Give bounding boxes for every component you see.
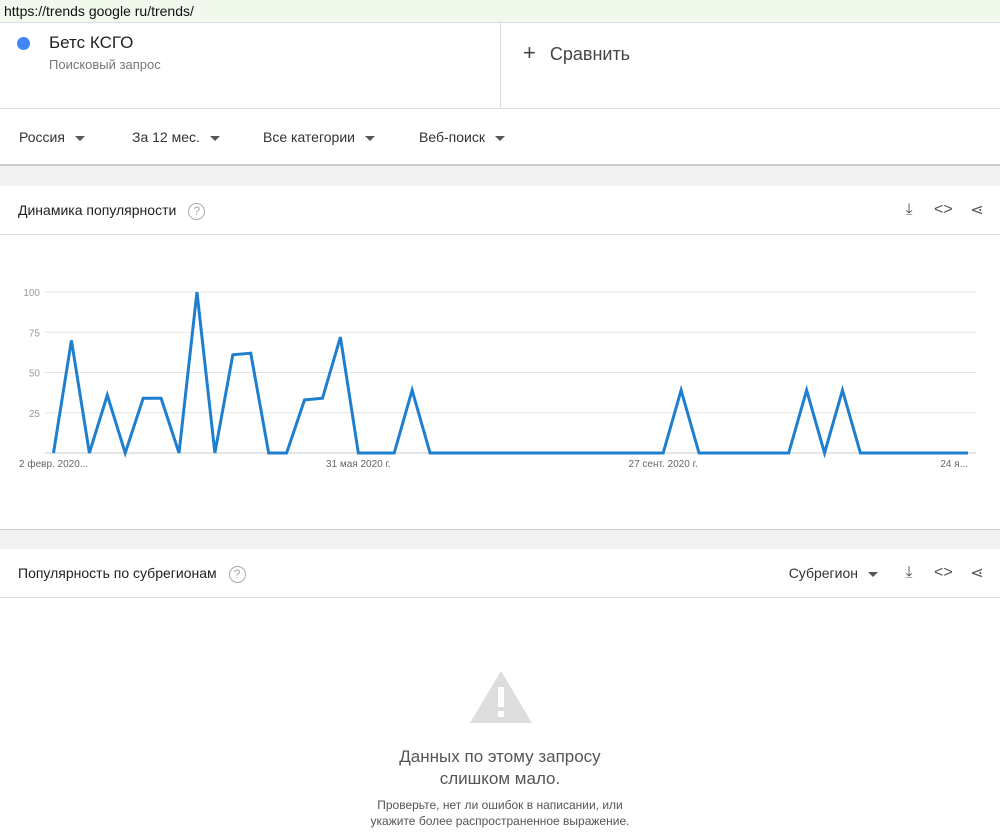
filter-search-type[interactable]: Веб-поиск [419, 129, 505, 145]
term-color-dot [17, 37, 30, 50]
x-tick-label: 27 сент. 2020 г. [629, 459, 698, 470]
compare-label: Сравнить [549, 44, 631, 64]
filters-bar: Россия За 12 мес. Все категории Веб-поис… [0, 108, 1000, 166]
filter-category[interactable]: Все категории [263, 129, 375, 145]
x-tick-label: 24 я... [940, 459, 968, 470]
empty-text-1: Проверьте, нет ли ошибок в написании, ил… [377, 798, 623, 812]
line-chart: 25 50 75 100 2 февр. 2020... 31 мая 2020 г. 27… [19, 288, 976, 470]
term-name: Бетс КСГО [49, 33, 134, 52]
download-icon[interactable]: ⤓ [900, 564, 918, 582]
warning-icon [470, 671, 532, 723]
filter-period[interactable]: За 12 мес. [132, 129, 220, 145]
share-icon[interactable]: ⋖ [968, 200, 986, 220]
interest-title: Динамика популярности [18, 202, 177, 218]
y-tick-label: 75 [29, 328, 41, 339]
compare-button[interactable]: + Сравнить [523, 40, 630, 66]
embed-icon[interactable]: <> [934, 564, 953, 582]
help-icon[interactable]: ? [188, 202, 206, 220]
region-card: Популярность по субрегионам? Субрегион ⤓ <… [0, 549, 1000, 833]
subregion-select[interactable]: Субрегион [789, 565, 878, 581]
x-tick-label: 31 мая 2020 г. [326, 459, 391, 470]
interest-over-time-card: Динамика популярности? ⤓ <> ⋖ 25 50 75 100 2 ф… [0, 186, 1000, 529]
empty-title-1: Данных по этому запросу [399, 747, 601, 766]
empty-title-2: слишком мало. [439, 769, 561, 788]
url-bar[interactable]: https://trends google ru/trends/ [0, 0, 1000, 23]
plus-icon: + [523, 40, 536, 65]
region-title: Популярность по субрегионам [18, 565, 217, 581]
y-tick-label: 100 [23, 288, 40, 299]
share-icon[interactable]: ⋖ [968, 563, 986, 583]
filter-region[interactable]: Россия [19, 129, 85, 145]
embed-icon[interactable]: <> [934, 201, 953, 219]
x-tick-label: 2 февр. 2020... [19, 458, 88, 470]
y-tick-label: 50 [29, 369, 41, 380]
search-term-card[interactable]: Бетс КСГО Поисковый запрос [0, 22, 501, 108]
term-type: Поисковый запрос [49, 57, 161, 72]
empty-text-2: укажите более распространенное выражение… [370, 814, 630, 828]
help-icon[interactable]: ? [228, 565, 246, 583]
y-tick-label: 25 [29, 409, 41, 420]
download-icon[interactable]: ⤓ [900, 201, 918, 219]
